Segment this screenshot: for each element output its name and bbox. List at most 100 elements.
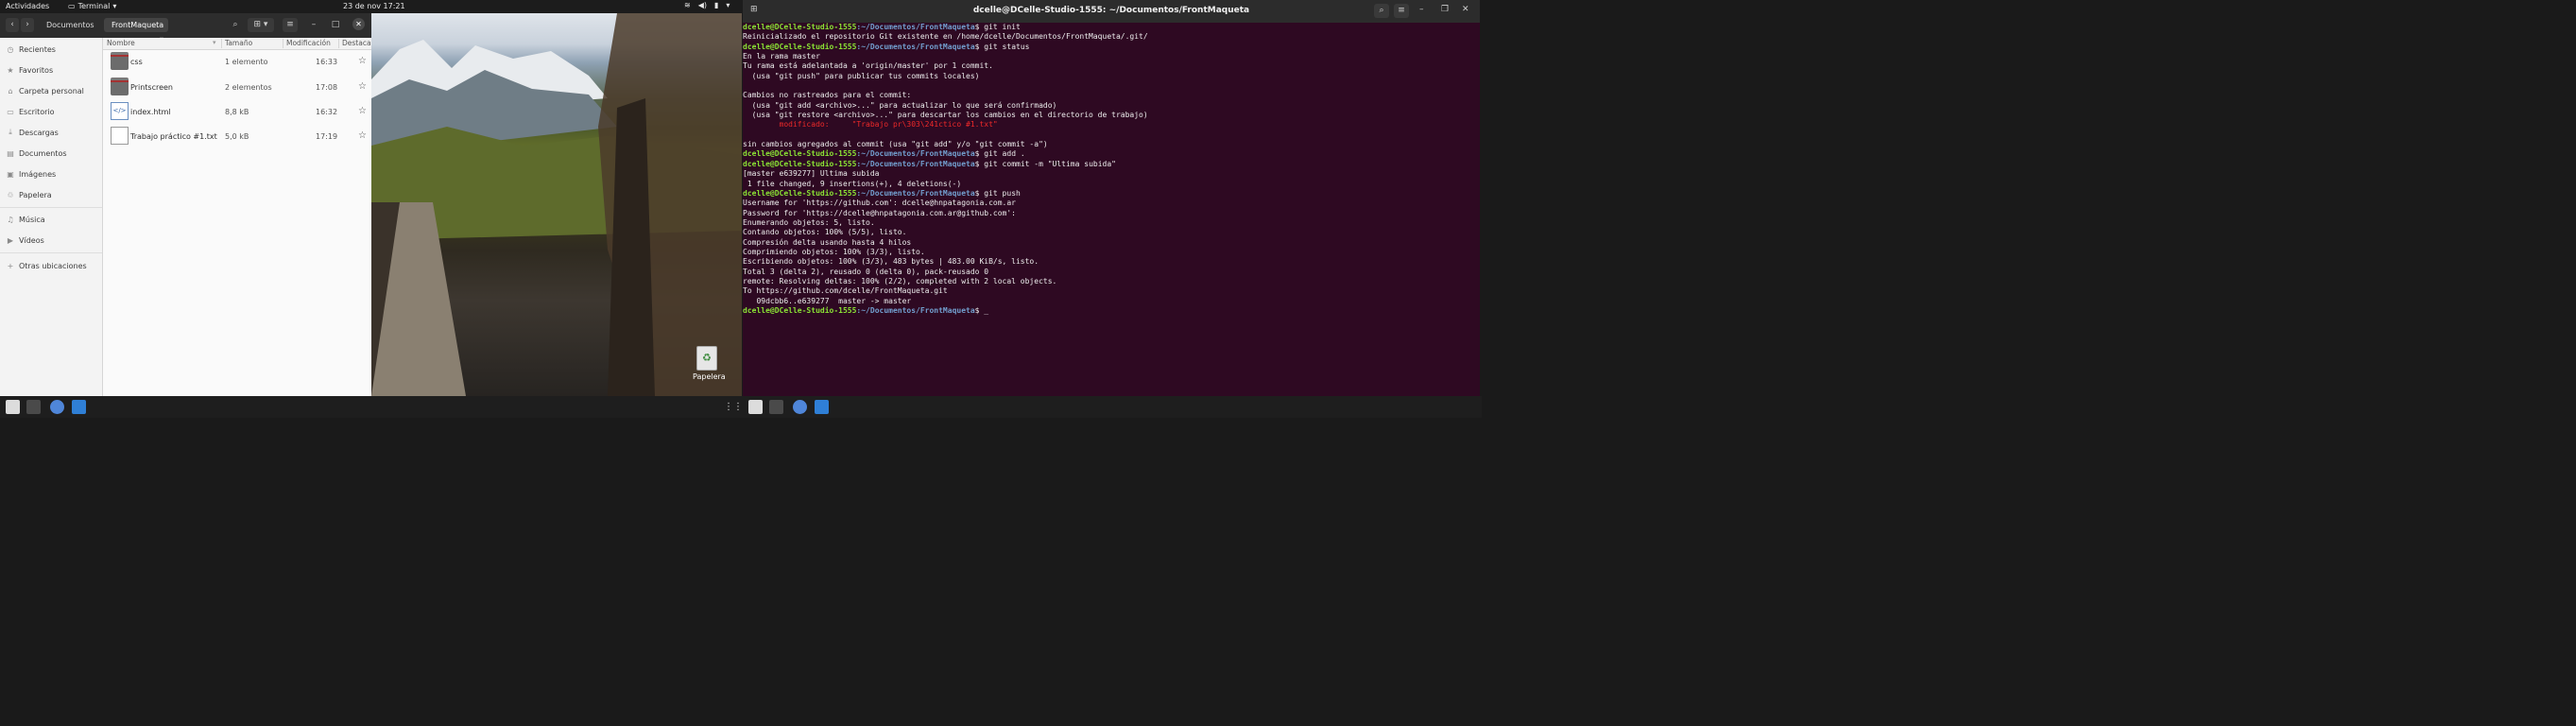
html-file-icon: </> [111,102,129,120]
desktop-trash-icon[interactable]: ♻ Papelera [693,346,726,381]
sidebar-item-escritorio[interactable]: ▭ Escritorio [7,105,55,118]
search-button[interactable]: ⌕ [1374,4,1389,18]
prompt-user: dcelle@DCelle-Studio-1555 [743,159,857,168]
terminal-line: Tu rama está adelantada a 'origin/master… [743,61,1480,71]
files-window: ‹ › Documentos FrontMaqueta ▾ ⌕ ⊞ ▾ ≡ – … [0,13,372,396]
vscode-task-icon[interactable] [72,400,86,414]
menu-button[interactable]: ≡ [1394,4,1409,18]
vscode-task-icon[interactable] [815,400,829,414]
show-desktop-icon[interactable] [748,400,763,414]
column-name[interactable]: Nombre [107,39,135,47]
star-toggle-icon[interactable]: ☆ [358,56,367,66]
app-menu-label: Terminal [77,2,111,10]
text-file-icon [111,127,129,145]
terminal-output[interactable]: dcelle@DCelle-Studio-1555 :~/Documentos/F… [743,23,1480,316]
forward-button[interactable]: › [21,18,34,32]
terminal-line: remote: Resolving deltas: 100% (2/2), co… [743,277,1480,286]
terminal-task-icon[interactable] [26,400,41,414]
app-menu[interactable]: ▭ Terminal ▾ [68,2,116,10]
trash-icon: ♲ [7,190,14,199]
terminal-line: dcelle@DCelle-Studio-1555:~/Documentos/F… [743,306,1480,316]
star-toggle-icon[interactable]: ☆ [358,106,367,116]
sidebar-item-label: Carpeta personal [19,86,84,95]
desktop-wallpaper: ♻ Papelera [371,13,742,396]
close-button[interactable]: ✕ [352,18,365,30]
show-desktop-icon[interactable] [6,400,20,414]
star-icon: ★ [7,65,14,75]
output-text: Password for 'https://dcelle@hnpatagonia… [743,208,1016,217]
maximize-button[interactable]: □ [328,18,343,32]
star-toggle-icon[interactable]: ☆ [358,81,367,92]
sidebar-item-videos[interactable]: ▶ Vídeos [7,233,44,247]
search-icon: ⌕ [1379,6,1384,15]
prompt-path: :~/Documentos/FrontMaqueta [856,305,975,315]
chrome-task-icon[interactable] [50,400,64,414]
star-toggle-icon[interactable]: ☆ [358,130,367,141]
chevron-down-icon: ▾ [726,1,730,9]
column-divider [338,39,339,48]
terminal-line: Escribiendo objetos: 100% (3/3), 483 byt… [743,257,1480,267]
file-size: 2 elementos [225,83,272,92]
maximize-icon: ❐ [1441,5,1450,14]
file-row[interactable]: </> index.html 8,8 kB 16:32 ☆ [103,100,371,125]
output-text: Tu rama está adelantada a 'origin/master… [743,61,993,71]
minimize-button[interactable]: – [1419,5,1424,14]
sidebar-item-favoritos[interactable]: ★ Favoritos [7,63,53,77]
close-icon: ✕ [1462,5,1469,14]
modified-file-text: modificado: "Trabajo pr\303\241ctico #1.… [743,120,998,130]
sidebar-item-label: Descargas [19,128,59,137]
column-starred[interactable]: Destaca [342,39,371,47]
home-icon: ⌂ [8,86,13,95]
sidebar-item-descargas[interactable]: ⤓ Descargas [7,126,59,139]
desktop-icon: ▭ [7,107,14,116]
file-row[interactable]: css 1 elemento 16:33 ☆ [103,50,371,75]
clock[interactable]: 23 de nov 17:21 [343,2,405,10]
sidebar-item-musica[interactable]: ♫ Música [7,213,44,226]
terminal-line: (usa "git push" para publicar tus commit… [743,72,1480,81]
sidebar-item-label: Otras ubicaciones [19,261,87,270]
terminal-line: sin cambios agregados al commit (usa "gi… [743,140,1480,149]
file-name: Trabajo práctico #1.txt [130,132,217,141]
chrome-task-icon[interactable] [793,400,807,414]
sidebar-item-imagenes[interactable]: ▣ Imágenes [7,167,56,181]
close-button[interactable]: ✕ [1462,5,1469,14]
volume-icon: ◀) [697,1,707,9]
output-text: Contando objetos: 100% (5/5), listo. [743,228,907,237]
minimize-button[interactable]: – [306,18,321,32]
app-grid-icon[interactable]: ⋮⋮ [724,400,743,414]
breadcrumb-label: FrontMaqueta [112,21,164,29]
terminal-line: Reinicializado el repositorio Git existe… [743,32,1480,42]
grid-view-icon: ⊞ ▾ [253,20,268,29]
maximize-button[interactable]: ❐ [1441,5,1449,14]
prompt-path: :~/Documentos/FrontMaqueta [856,23,975,31]
command-text: $ _ [974,305,989,315]
breadcrumb-documentos[interactable]: Documentos [39,18,102,32]
column-modified[interactable]: Modificación [286,39,331,47]
sidebar-item-papelera[interactable]: ♲ Papelera [7,188,51,201]
terminal-line: modificado: "Trabajo pr\303\241ctico #1.… [743,120,1480,130]
terminal-title: dcelle@DCelle-Studio-1555: ~/Documentos/… [972,6,1250,15]
column-size[interactable]: Tamaño [225,39,252,47]
prompt-user: dcelle@DCelle-Studio-1555 [743,149,857,159]
view-toggle-button[interactable]: ⊞ ▾ [248,18,274,32]
system-tray[interactable]: ≋ ◀) ▮ ▾ [684,1,730,9]
terminal-line: dcelle@DCelle-Studio-1555:~/Documentos/F… [743,149,1480,159]
menu-button[interactable]: ≡ [283,18,298,32]
sidebar-item-label: Escritorio [19,107,55,116]
sidebar-item-recientes[interactable]: ◷ Recientes [7,43,56,56]
sidebar-item-documentos[interactable]: ▤ Documentos [7,147,66,160]
terminal-line: Enumerando objetos: 5, listo. [743,218,1480,228]
sort-descending-icon: ▾ [213,39,216,46]
folder-icon [111,52,129,70]
file-row[interactable]: Trabajo práctico #1.txt 5,0 kB 17:19 ☆ [103,125,371,149]
prompt-user: dcelle@DCelle-Studio-1555 [743,188,857,198]
activities-button[interactable]: Actividades [6,2,49,10]
sidebar-item-otras-ubicaciones[interactable]: + Otras ubicaciones [7,259,87,272]
video-icon: ▶ [7,235,14,245]
sidebar-item-carpeta-personal[interactable]: ⌂ Carpeta personal [7,84,84,97]
terminal-task-icon[interactable] [769,400,783,414]
back-button[interactable]: ‹ [6,18,19,32]
breadcrumb-frontmaqueta[interactable]: FrontMaqueta ▾ [104,18,168,43]
search-button[interactable]: ⌕ [228,18,243,32]
file-row[interactable]: Printscreen 2 elementos 17:08 ☆ [103,76,371,100]
